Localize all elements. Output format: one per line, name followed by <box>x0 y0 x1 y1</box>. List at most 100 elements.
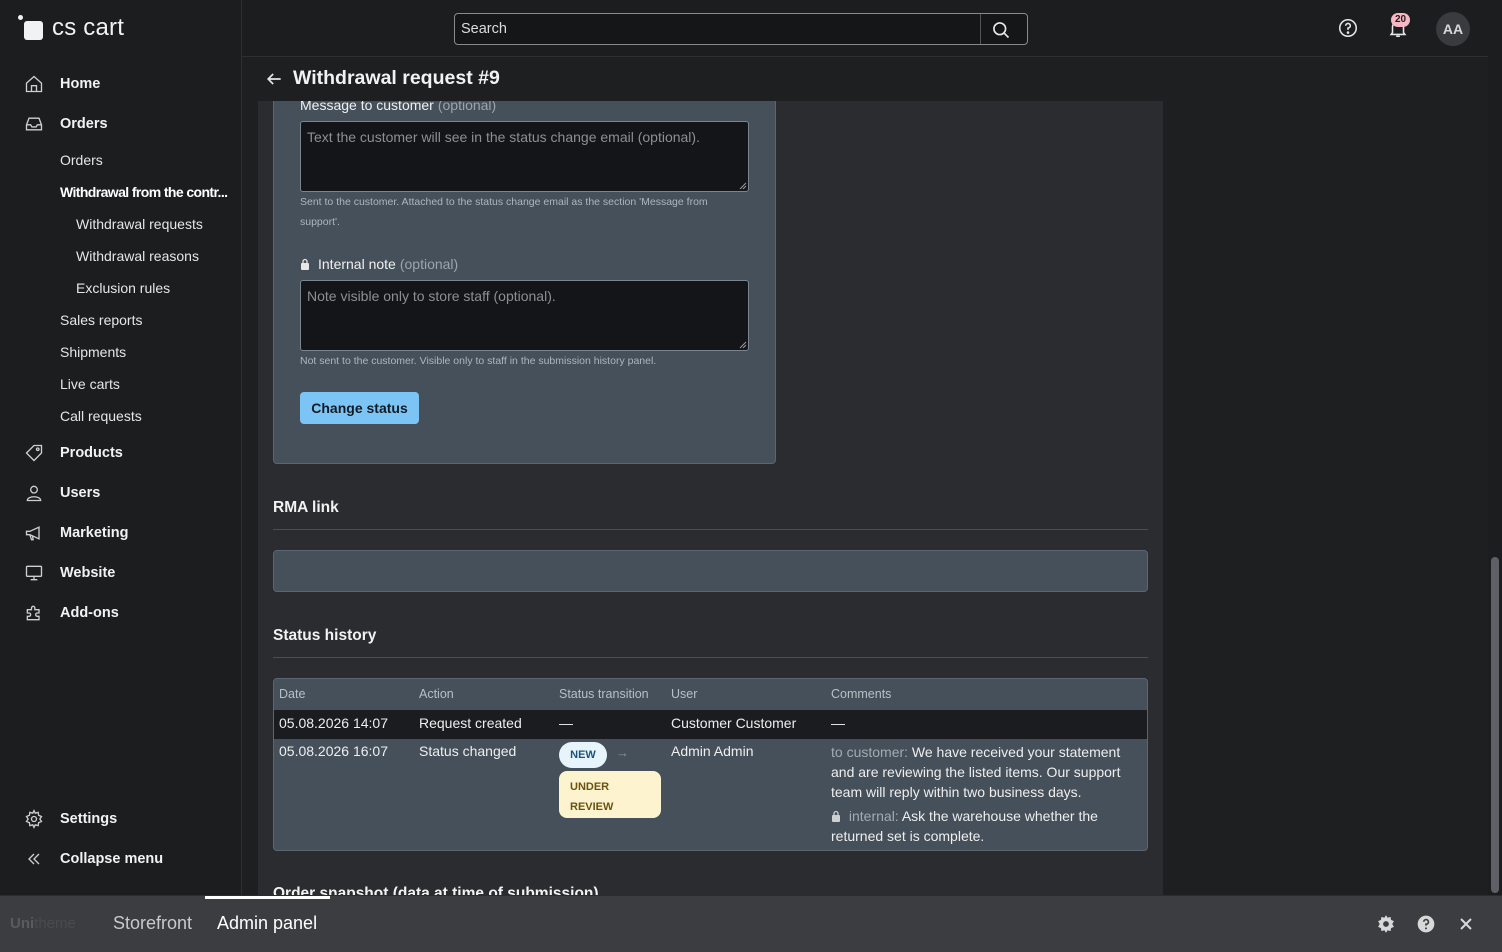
help-icon[interactable] <box>1416 914 1436 934</box>
sidebar-subitem-orders[interactable]: Orders <box>60 144 230 176</box>
message-help-text: Sent to the customer. Attached to the st… <box>300 196 708 228</box>
search-placeholder: Search <box>461 21 507 37</box>
order-snapshot-toggle[interactable]: Order snapshot (data at time of submissi… <box>273 885 613 895</box>
sidebar-item-products[interactable]: Products <box>0 433 242 473</box>
bottom-toolbar: Unitheme Storefront Admin panel <box>0 895 1502 952</box>
note-placeholder: Note visible only to store staff (option… <box>307 288 556 304</box>
user-icon <box>24 483 44 503</box>
collapse-menu-button[interactable]: Collapse menu <box>0 839 242 879</box>
change-status-button[interactable]: Change status <box>300 392 419 424</box>
sidebar-subitem-withdrawal[interactable]: Withdrawal from the contr... <box>60 176 230 208</box>
megaphone-icon <box>24 523 44 543</box>
arrow-right-icon: → <box>616 745 629 760</box>
note-label: Internal note (optional) <box>300 256 458 272</box>
lock-icon <box>832 810 840 822</box>
message-to-customer-textarea[interactable]: Text the customer will see in the status… <box>300 121 749 192</box>
rma-link-box <box>273 550 1148 592</box>
lock-icon <box>301 258 309 270</box>
section-divider <box>273 657 1148 658</box>
message-label-text: Message to customer <box>300 101 434 113</box>
note-label-text: Internal note <box>318 256 396 272</box>
cell-user: Customer Customer <box>671 715 797 731</box>
sidebar-item-marketing[interactable]: Marketing <box>0 513 242 553</box>
chevron-down-icon: ⌄ <box>602 887 613 895</box>
status-badge-under-review: UNDER REVIEW <box>559 771 661 818</box>
gear-icon[interactable] <box>1376 914 1396 934</box>
sidebar-item-orders[interactable]: Orders <box>0 104 242 144</box>
back-arrow-icon[interactable] <box>264 69 284 89</box>
internal-comment-label: internal: <box>848 808 899 824</box>
sidebar-item-website[interactable]: Website <box>0 553 242 593</box>
status-badge-new: NEW <box>559 742 607 768</box>
status-change-form: Message to customer (optional) Text the … <box>273 101 776 464</box>
active-tab-indicator <box>205 896 330 899</box>
monitor-icon <box>24 563 44 583</box>
cell-action: Request created <box>419 715 522 731</box>
sidebar-subitem-withdrawal-requests[interactable]: Withdrawal requests <box>76 208 246 240</box>
sidebar-item-addons[interactable]: Add-ons <box>0 593 242 633</box>
top-header: Search 20 AA <box>242 0 1488 57</box>
page-title: Withdrawal request #9 <box>293 67 500 89</box>
sidebar-subitem-live-carts[interactable]: Live carts <box>60 368 230 400</box>
page-title-bar: Withdrawal request #9 <box>242 57 1488 101</box>
notification-badge: 20 <box>1391 13 1411 27</box>
sidebar-subitem-shipments[interactable]: Shipments <box>60 336 230 368</box>
sidebar-subitem-call-requests[interactable]: Call requests <box>60 400 230 432</box>
status-history-title: Status history <box>273 627 377 644</box>
cell-user: Admin Admin <box>671 743 754 759</box>
internal-note-textarea[interactable]: Note visible only to store staff (option… <box>300 280 749 351</box>
logo-icon <box>18 15 44 41</box>
sidebar-item-label: Collapse menu <box>60 851 164 867</box>
resize-grip-icon[interactable] <box>739 341 747 349</box>
column-header-status-transition: Status transition <box>559 687 649 701</box>
sidebar-item-home[interactable]: Home <box>0 64 242 104</box>
puzzle-icon <box>24 603 44 623</box>
rma-section-title: RMA link <box>273 499 339 516</box>
sidebar-subitem-exclusion-rules[interactable]: Exclusion rules <box>76 272 246 304</box>
note-optional: (optional) <box>399 256 459 272</box>
customer-comment-label: to customer: <box>831 744 909 760</box>
tab-admin-panel[interactable]: Admin panel <box>217 913 317 934</box>
search-divider <box>980 14 981 44</box>
brand-name: cs cart <box>52 14 125 41</box>
message-optional: (optional) <box>437 101 497 113</box>
sidebar-item-users[interactable]: Users <box>0 473 242 513</box>
search-input[interactable]: Search <box>454 13 1028 45</box>
gear-icon <box>24 809 44 829</box>
sidebar-item-label: Users <box>60 485 101 501</box>
avatar[interactable]: AA <box>1436 12 1470 46</box>
close-icon[interactable] <box>1456 914 1476 934</box>
sidebar-item-label: Orders <box>60 116 108 132</box>
home-icon <box>24 74 44 94</box>
inbox-icon <box>24 114 44 134</box>
sidebar-item-settings[interactable]: Settings <box>0 799 242 839</box>
tab-storefront[interactable]: Storefront <box>113 913 192 934</box>
scrollbar-thumb[interactable] <box>1491 557 1499 893</box>
sidebar-item-label: Website <box>60 565 116 581</box>
status-history-table: Date Action Status transition User Comme… <box>273 678 1148 851</box>
double-chevron-left-icon <box>24 849 44 869</box>
column-header-user: User <box>671 687 698 701</box>
page-scrollbar[interactable] <box>1488 0 1502 895</box>
sidebar-item-label: Add-ons <box>60 605 119 621</box>
cell-comments: to customer: We have received your state… <box>831 742 1131 846</box>
resize-grip-icon[interactable] <box>739 182 747 190</box>
sidebar-subitem-withdrawal-reasons[interactable]: Withdrawal reasons <box>76 240 246 272</box>
unitheme-logo: Unitheme <box>10 915 76 932</box>
sidebar-item-label: Products <box>60 445 123 461</box>
column-header-action: Action <box>419 687 454 701</box>
search-icon[interactable] <box>991 20 1011 40</box>
tag-icon <box>24 443 44 463</box>
column-header-comments: Comments <box>831 687 892 701</box>
brand-logo[interactable]: cs cart <box>18 14 124 42</box>
internal-comment: internal: Ask the warehouse whether the … <box>831 806 1131 846</box>
cell-date: 05.08.2026 14:07 <box>279 715 388 731</box>
note-help-text: Not sent to the customer. Visible only t… <box>300 355 657 367</box>
unitheme-logo-bold: Uni <box>10 915 35 932</box>
order-snapshot-title: Order snapshot (data at time of submissi… <box>273 885 599 895</box>
sidebar-subitem-sales-reports[interactable]: Sales reports <box>60 304 230 336</box>
sidebar-item-label: Marketing <box>60 525 129 541</box>
content-panel: Message to customer (optional) Text the … <box>258 101 1163 895</box>
help-icon[interactable] <box>1337 17 1359 39</box>
customer-comment: to customer: We have received your state… <box>831 742 1131 802</box>
